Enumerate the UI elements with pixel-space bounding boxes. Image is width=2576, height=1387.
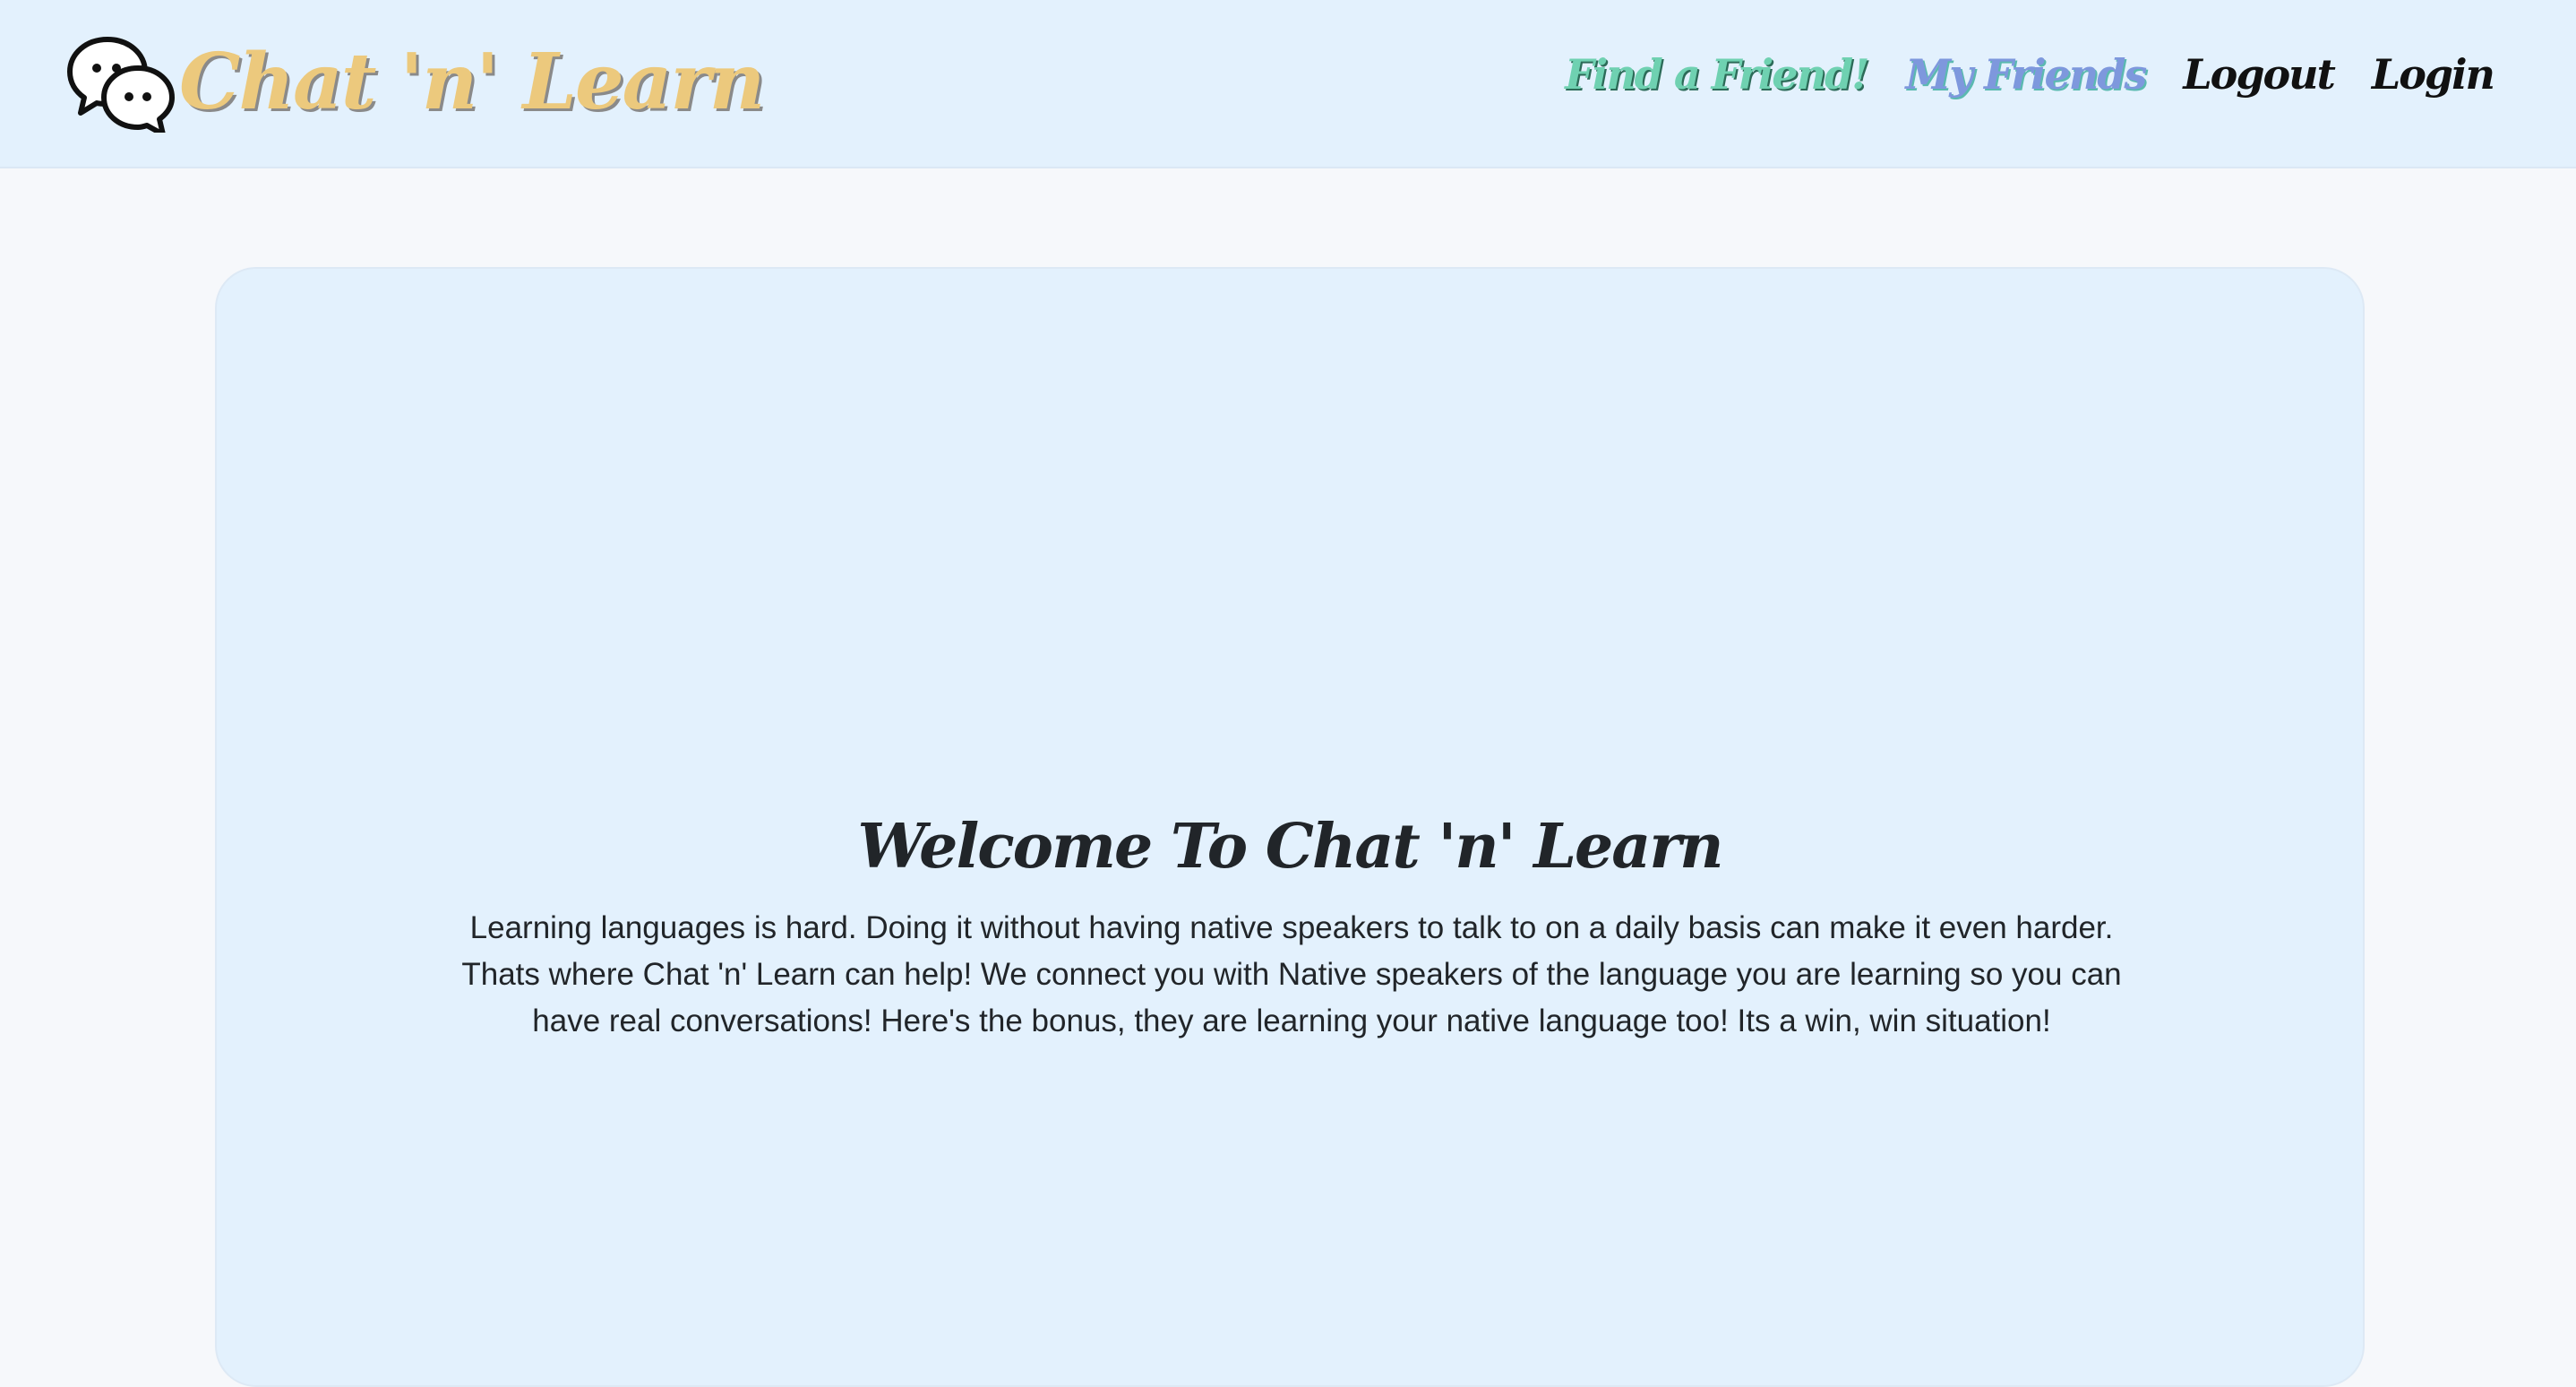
- nav-my-friends-link[interactable]: My Friends: [1905, 52, 2147, 98]
- main-nav: Find a Friend! My Friends Logout Login: [1565, 52, 2495, 98]
- nav-logout-link[interactable]: Logout: [2183, 52, 2336, 98]
- hero-description: Learning languages is hard. Doing it wit…: [461, 910, 2122, 1038]
- site-header: Chat 'n' Learn Find a Friend! My Friends…: [0, 0, 2576, 168]
- hero-title: Welcome To Chat 'n' Learn: [857, 811, 1723, 883]
- chat-bubbles-icon: [67, 37, 175, 133]
- nav-login-link[interactable]: Login: [2372, 52, 2495, 98]
- brand-name: Chat 'n' Learn: [179, 37, 765, 127]
- nav-find-friend-link[interactable]: Find a Friend!: [1565, 52, 1869, 98]
- brand-logo-link[interactable]: Chat 'n' Learn: [64, 32, 765, 133]
- hero-card: Welcome To Chat 'n' Learn Learning langu…: [215, 267, 2365, 1387]
